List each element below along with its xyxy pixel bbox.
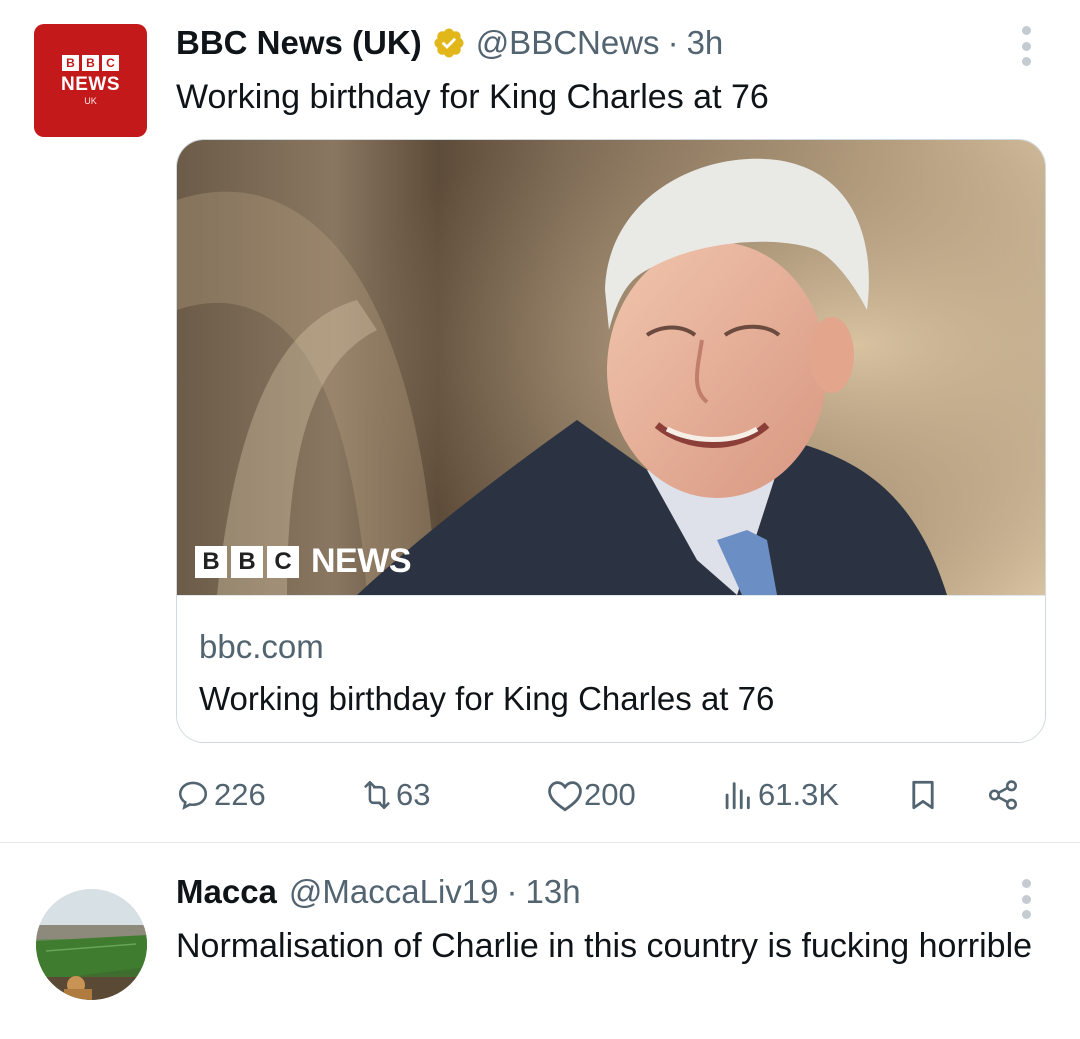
tweet-text: Working birthday for King Charles at 76 [176,78,769,116]
tweet-text: Normalisation of Charlie in this country… [176,927,1033,965]
bookmark-button[interactable] [906,770,940,820]
tweet-header: Macca @MaccaLiv19 · 13h [176,871,581,913]
timestamp[interactable]: 13h [526,873,581,911]
reply-button[interactable]: 226 [176,770,266,820]
stadium-photo [36,889,147,1000]
reply-count: 226 [214,777,266,812]
macca-avatar[interactable] [36,889,147,1000]
bbc-avatar[interactable]: B B C NEWS UK [34,24,147,137]
like-button[interactable]: 200 [546,770,636,820]
avatar-region-text: UK [84,95,97,106]
view-count: 61.3K [758,777,840,812]
separator-dot: · [667,24,679,61]
bbc-news-watermark: B B C NEWS [195,542,412,581]
tweet-macca[interactable]: Macca @MaccaLiv19 · 13h Normalisation of… [0,843,1080,1039]
share-icon [984,778,1018,812]
timestamp[interactable]: 3h [687,24,724,62]
like-count: 200 [584,777,636,812]
action-bar: 226 63 200 61.3K [176,770,1046,820]
views-button[interactable]: 61.3K [720,770,839,820]
king-charles-photo [177,140,1045,595]
more-icon[interactable] [1018,879,1034,919]
verified-icon [432,26,466,60]
repost-icon [358,778,392,812]
card-domain: bbc.com [199,628,324,665]
display-name[interactable]: BBC News (UK) [176,24,422,62]
user-handle[interactable]: @BBCNews [476,24,660,62]
user-handle[interactable]: @MaccaLiv19 [289,873,499,911]
share-button[interactable] [984,770,1018,820]
repost-count: 63 [396,777,431,812]
views-icon [720,778,754,812]
tweet-header: BBC News (UK) @BBCNews · 3h [176,22,723,64]
bookmark-icon [906,778,940,812]
like-icon [546,778,582,812]
link-card[interactable]: B B C NEWS bbc.com Working birthday for … [176,139,1046,743]
separator-dot: · [506,873,518,910]
avatar-news-text: NEWS [61,73,120,95]
card-title: Working birthday for King Charles at 76 [199,680,775,717]
tweet-bbc[interactable]: B B C NEWS UK BBC News (UK) @BBCNews · 3… [0,0,1080,842]
display-name[interactable]: Macca [176,873,277,911]
card-meta[interactable]: bbc.com Working birthday for King Charle… [177,595,1045,742]
card-image[interactable]: B B C NEWS [177,140,1045,595]
bbc-logo-blocks: B B C [62,54,119,71]
more-icon[interactable] [1018,26,1034,66]
repost-button[interactable]: 63 [358,770,430,820]
reply-icon [176,778,210,812]
